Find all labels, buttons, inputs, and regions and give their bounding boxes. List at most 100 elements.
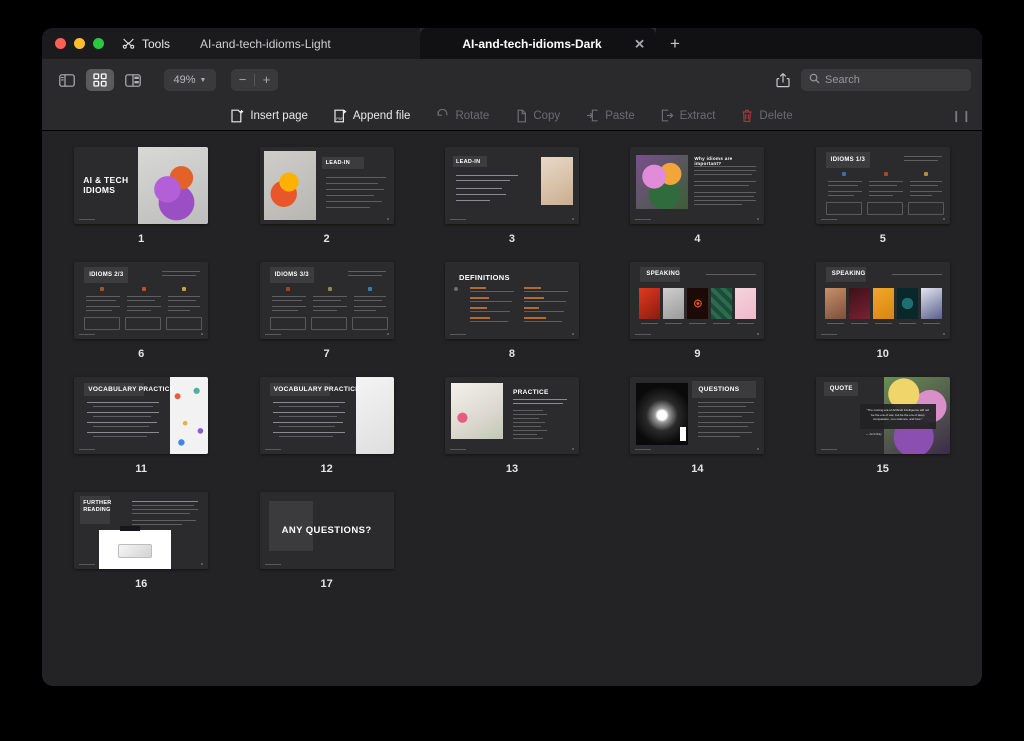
page-thumbnail-2[interactable]: LEAD-IN	[259, 147, 394, 224]
page-cell[interactable]: AI & TECH IDIOMS 1	[66, 147, 216, 254]
page-cell[interactable]: SPEAKING 9	[622, 262, 772, 369]
slide-title: AI & TECH IDIOMS	[83, 175, 129, 196]
action-label: Paste	[605, 109, 635, 122]
rotate-button[interactable]: Rotate	[436, 109, 489, 122]
rotate-icon	[436, 109, 449, 122]
chevron-down-icon: ▼	[199, 76, 207, 84]
page-thumbnail-5[interactable]: IDIOMS 1/3	[815, 147, 950, 224]
page-number: 1	[138, 233, 145, 245]
page-thumbnail-6[interactable]: IDIOMS 2/3	[74, 262, 209, 339]
traffic-light-controls	[42, 28, 116, 59]
quote-card: "The coming era of Artificial Intelligen…	[859, 404, 936, 429]
slide-title: ANY QUESTIONS?	[281, 525, 372, 536]
page-thumbnail-16[interactable]: FURTHER READING	[74, 492, 209, 569]
extract-button[interactable]: Extract	[661, 109, 715, 122]
main-toolbar: 49% ▼ − + Search	[42, 59, 982, 101]
page-thumbnail-area[interactable]: AI & TECH IDIOMS 1 LEAD-IN 2 LEAD-IN 3 W…	[42, 131, 982, 686]
tab-ai-and-tech-idioms-dark[interactable]: AI-and-tech-idioms-Dark ✕	[420, 28, 657, 59]
page-number: 2	[323, 233, 330, 245]
page-thumbnail-3[interactable]: LEAD-IN	[444, 147, 579, 224]
thumbnail-grid-icon[interactable]	[86, 69, 114, 91]
extract-icon	[661, 109, 674, 122]
slide-title: LEAD-IN	[455, 159, 481, 165]
page-thumbnail-8[interactable]: DEFINITIONS	[444, 262, 579, 339]
page-thumbnail-17[interactable]: ANY QUESTIONS?	[259, 492, 394, 569]
insert-page-button[interactable]: Insert page	[231, 109, 308, 123]
page-cell[interactable]: FURTHER READING 16	[66, 492, 216, 599]
sidebar-panel-icon[interactable]	[53, 69, 81, 91]
page-thumbnail-11[interactable]: VOCABULARY PRACTICE	[74, 377, 209, 454]
page-number: 14	[691, 463, 704, 475]
zoom-out-button[interactable]: −	[231, 69, 254, 91]
page-cell[interactable]: LEAD-IN 3	[437, 147, 587, 254]
paste-button[interactable]: Paste	[586, 109, 635, 122]
page-action-toolbar: Insert page PDF Append file Rotate Copy …	[42, 101, 982, 131]
page-number: 5	[879, 233, 886, 245]
minimize-window-button[interactable]	[74, 38, 85, 49]
slide-title: VOCABULARY PRACTICE	[88, 386, 175, 393]
page-cell[interactable]: QUESTIONS 14	[622, 377, 772, 484]
zoom-level-select[interactable]: 49% ▼	[164, 69, 216, 91]
app-window: Tools AI-and-tech-idioms-Light AI-and-te…	[42, 28, 982, 686]
action-label: Insert page	[250, 109, 308, 122]
page-thumbnail-12[interactable]: VOCABULARY PRACTICE	[259, 377, 394, 454]
page-number: 9	[694, 348, 701, 360]
page-thumbnail-4[interactable]: Why idioms are important?	[630, 147, 765, 224]
slide-title: IDIOMS 1/3	[830, 157, 866, 163]
slide-title: SPEAKING	[646, 271, 681, 277]
page-cell[interactable]: SPEAKING 10	[808, 262, 958, 369]
page-thumbnail-9[interactable]: SPEAKING	[630, 262, 765, 339]
search-input[interactable]: Search	[801, 69, 971, 91]
page-cell[interactable]: Why idioms are important? 4	[622, 147, 772, 254]
page-number: 17	[320, 578, 333, 590]
page-thumbnail-10[interactable]: SPEAKING	[815, 262, 950, 339]
action-label: Delete	[759, 109, 793, 122]
new-tab-button[interactable]: +	[656, 28, 695, 59]
page-thumbnail-14[interactable]: QUESTIONS	[630, 377, 765, 454]
append-file-button[interactable]: PDF Append file	[334, 109, 411, 123]
page-number: 15	[876, 463, 889, 475]
close-window-button[interactable]	[55, 38, 66, 49]
slide-title: FURTHER READING	[83, 500, 112, 513]
share-button[interactable]	[770, 68, 796, 92]
copy-button[interactable]: Copy	[515, 109, 560, 123]
split-view-icon[interactable]	[119, 69, 147, 91]
insert-page-icon	[231, 109, 244, 123]
tools-label: Tools	[142, 36, 171, 51]
resize-grip-icon[interactable]: ❙❙	[952, 109, 972, 122]
maximize-window-button[interactable]	[93, 38, 104, 49]
slide-title: SPEAKING	[831, 271, 866, 277]
quote-author: — Amit Ray	[865, 432, 882, 436]
tools-button[interactable]: Tools	[116, 28, 185, 59]
page-cell[interactable]: DEFINITIONS 8	[437, 262, 587, 369]
action-label: Append file	[352, 109, 411, 122]
tab-label: AI-and-tech-idioms-Dark	[462, 36, 602, 51]
page-cell[interactable]: IDIOMS 2/3 6	[66, 262, 216, 369]
page-number: 16	[135, 578, 148, 590]
zoom-in-button[interactable]: +	[255, 69, 278, 91]
delete-button[interactable]: Delete	[741, 109, 793, 123]
slide-title: QUOTE	[829, 386, 853, 392]
slide-title: LEAD-IN	[325, 160, 350, 166]
page-thumbnail-13[interactable]: PRACTICE	[444, 377, 579, 454]
page-cell[interactable]: PRACTICE 13	[437, 377, 587, 484]
page-cell[interactable]: IDIOMS 1/3 5	[808, 147, 958, 254]
page-grid: AI & TECH IDIOMS 1 LEAD-IN 2 LEAD-IN 3 W…	[66, 147, 958, 599]
action-label: Copy	[533, 109, 561, 122]
zoom-stepper-group: − +	[231, 69, 278, 91]
tab-ai-and-tech-idioms-light[interactable]: AI-and-tech-idioms-Light	[184, 28, 421, 59]
page-cell[interactable]: QUOTE "The coming era of Artificial Inte…	[808, 377, 958, 484]
slide-title: IDIOMS 2/3	[89, 272, 124, 278]
page-thumbnail-1[interactable]: AI & TECH IDIOMS	[74, 147, 209, 224]
quote-text: "The coming era of Artificial Intelligen…	[866, 408, 929, 422]
plus-icon: +	[670, 33, 680, 53]
page-cell[interactable]: IDIOMS 3/3 7	[251, 262, 401, 369]
page-cell[interactable]: LEAD-IN 2	[251, 147, 401, 254]
page-thumbnail-15[interactable]: QUOTE "The coming era of Artificial Inte…	[815, 377, 950, 454]
tools-icon	[122, 37, 135, 50]
page-cell[interactable]: VOCABULARY PRACTICE 12	[251, 377, 401, 484]
page-cell[interactable]: VOCABULARY PRACTICE 11	[66, 377, 216, 484]
page-thumbnail-7[interactable]: IDIOMS 3/3	[259, 262, 394, 339]
close-icon[interactable]: ✕	[634, 37, 645, 50]
page-cell[interactable]: ANY QUESTIONS? 17	[251, 492, 401, 599]
